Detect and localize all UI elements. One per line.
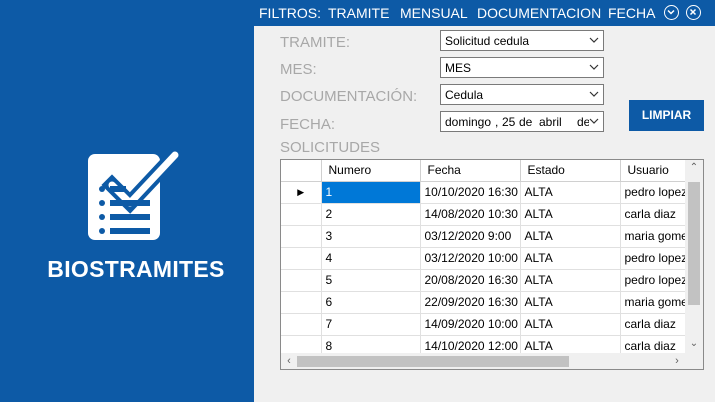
- tramite-label: TRAMITE:: [280, 34, 350, 51]
- cell-estado[interactable]: ALTA: [520, 247, 621, 270]
- table-row[interactable]: 3 03/12/2020 9:00 ALTA maria gomez: [281, 225, 696, 248]
- cell-numero[interactable]: 3: [321, 225, 421, 248]
- cell-numero[interactable]: 6: [321, 291, 421, 314]
- chevron-down-icon: [589, 91, 599, 97]
- scroll-down-icon[interactable]: ⌄: [685, 336, 703, 352]
- row-indicator-icon: ▶: [281, 181, 322, 204]
- minimize-button[interactable]: [664, 5, 679, 20]
- solicitudes-grid[interactable]: Numero Fecha Estado Usuario ▶ 1 10/10/20…: [280, 159, 704, 370]
- cell-estado[interactable]: ALTA: [520, 203, 621, 226]
- row-header[interactable]: [281, 203, 322, 226]
- fecha-day-name: domingo: [445, 115, 492, 129]
- fecha-de-1: de: [519, 115, 533, 129]
- column-header-numero[interactable]: Numero: [321, 160, 421, 182]
- cell-estado[interactable]: ALTA: [520, 225, 621, 248]
- row-header[interactable]: [281, 225, 322, 248]
- table-row[interactable]: 2 14/08/2020 10:30 ALTA carla diaz: [281, 203, 696, 226]
- column-header-usuario[interactable]: Usuario: [620, 160, 696, 182]
- row-header[interactable]: [281, 247, 322, 270]
- cell-estado[interactable]: ALTA: [520, 181, 621, 204]
- cell-numero[interactable]: 2: [321, 203, 421, 226]
- table-row[interactable]: 4 03/12/2020 10:00 ALTA pedro lopez: [281, 247, 696, 270]
- row-header-corner: [281, 160, 322, 182]
- vertical-scrollbar[interactable]: ⌃ ⌄: [685, 160, 703, 353]
- column-header-fecha[interactable]: Fecha: [420, 160, 521, 182]
- menu-bar: FILTROS: TRAMITE MENSUAL DOCUMENTACION F…: [254, 0, 715, 26]
- chevron-down-icon: [589, 116, 599, 126]
- horizontal-scroll-thumb[interactable]: [297, 356, 569, 367]
- menu-item-tramite[interactable]: TRAMITE: [328, 5, 389, 21]
- cell-estado[interactable]: ALTA: [520, 269, 621, 292]
- row-header[interactable]: [281, 291, 322, 314]
- cell-numero[interactable]: 1: [321, 181, 421, 204]
- cell-numero[interactable]: 4: [321, 247, 421, 270]
- solicitudes-title: SOLICITUDES: [280, 139, 381, 156]
- table-row[interactable]: 6 22/09/2020 16:30 ALTA maria gomez: [281, 291, 696, 314]
- table-row[interactable]: 7 14/09/2020 10:00 ALTA carla diaz: [281, 313, 696, 336]
- tramite-select-value: Solicitud cedula: [445, 34, 530, 48]
- documentacion-select-value: Cedula: [445, 88, 484, 102]
- chevron-down-icon: [667, 9, 675, 15]
- cell-numero[interactable]: 5: [321, 269, 421, 292]
- cell-fecha[interactable]: 22/09/2020 16:30: [420, 291, 521, 314]
- fecha-month: abril: [539, 115, 562, 129]
- limpiar-button[interactable]: LIMPIAR: [629, 100, 704, 131]
- column-header-estado[interactable]: Estado: [520, 160, 621, 182]
- table-row[interactable]: 5 20/08/2020 16:30 ALTA pedro lopez: [281, 269, 696, 292]
- fecha-label: FECHA:: [280, 116, 336, 133]
- cell-fecha[interactable]: 14/08/2020 10:30: [420, 203, 521, 226]
- mes-label: MES:: [280, 61, 317, 78]
- chevron-down-icon: [589, 64, 599, 70]
- table-row[interactable]: ▶ 1 10/10/2020 16:30 ALTA pedro lopez: [281, 181, 696, 204]
- sidebar: BIOSTRAMITES: [0, 0, 254, 402]
- horizontal-scrollbar[interactable]: ‹ ›: [281, 353, 685, 369]
- cell-fecha[interactable]: 03/12/2020 10:00: [420, 247, 521, 270]
- cell-fecha[interactable]: 14/09/2020 10:00: [420, 313, 521, 336]
- cell-usuario[interactable]: maria gomez: [620, 225, 696, 248]
- mes-select-value: MES: [445, 61, 472, 75]
- tramite-select[interactable]: Solicitud cedula: [440, 30, 604, 51]
- menu-item-mensual[interactable]: MENSUAL: [400, 5, 468, 21]
- scroll-left-icon[interactable]: ‹: [281, 353, 297, 369]
- cell-fecha[interactable]: 10/10/2020 16:30: [420, 181, 521, 204]
- cell-usuario[interactable]: pedro lopez: [620, 181, 696, 204]
- cell-usuario[interactable]: pedro lopez: [620, 269, 696, 292]
- documentacion-label: DOCUMENTACIÓN:: [280, 88, 418, 105]
- close-icon: [689, 8, 697, 16]
- row-header[interactable]: [281, 269, 322, 292]
- cell-usuario[interactable]: carla diaz: [620, 313, 696, 336]
- app-name: BIOSTRAMITES: [47, 256, 225, 282]
- cell-usuario[interactable]: carla diaz: [620, 203, 696, 226]
- row-header[interactable]: [281, 313, 322, 336]
- documentacion-select[interactable]: Cedula: [440, 84, 604, 105]
- mes-select[interactable]: MES: [440, 57, 604, 78]
- menu-item-fecha[interactable]: FECHA: [608, 5, 655, 21]
- app-window: BIOSTRAMITES FILTROS: TRAMITE MENSUAL DO…: [0, 0, 715, 402]
- cell-fecha[interactable]: 03/12/2020 9:00: [420, 225, 521, 248]
- menu-filtros-label: FILTROS:: [259, 5, 321, 21]
- cell-estado[interactable]: ALTA: [520, 313, 621, 336]
- vertical-scroll-thumb[interactable]: [688, 182, 700, 305]
- close-button[interactable]: [686, 5, 701, 20]
- cell-estado[interactable]: ALTA: [520, 291, 621, 314]
- scrollbar-corner: [685, 353, 703, 369]
- cell-fecha[interactable]: 20/08/2020 16:30: [420, 269, 521, 292]
- cell-usuario[interactable]: maria gomez: [620, 291, 696, 314]
- cell-numero[interactable]: 7: [321, 313, 421, 336]
- scroll-up-icon[interactable]: ⌃: [685, 160, 703, 176]
- fecha-day: 25: [502, 115, 516, 129]
- table-header-row: Numero Fecha Estado Usuario: [281, 160, 696, 182]
- cell-usuario[interactable]: pedro lopez: [620, 247, 696, 270]
- scroll-right-icon[interactable]: ›: [669, 353, 685, 369]
- fecha-date-picker[interactable]: domingo , 25 de abril de: [440, 111, 604, 132]
- menu-item-documentacion[interactable]: DOCUMENTACION: [477, 5, 601, 21]
- chevron-down-icon: [589, 37, 599, 43]
- checklist-icon: [88, 147, 182, 240]
